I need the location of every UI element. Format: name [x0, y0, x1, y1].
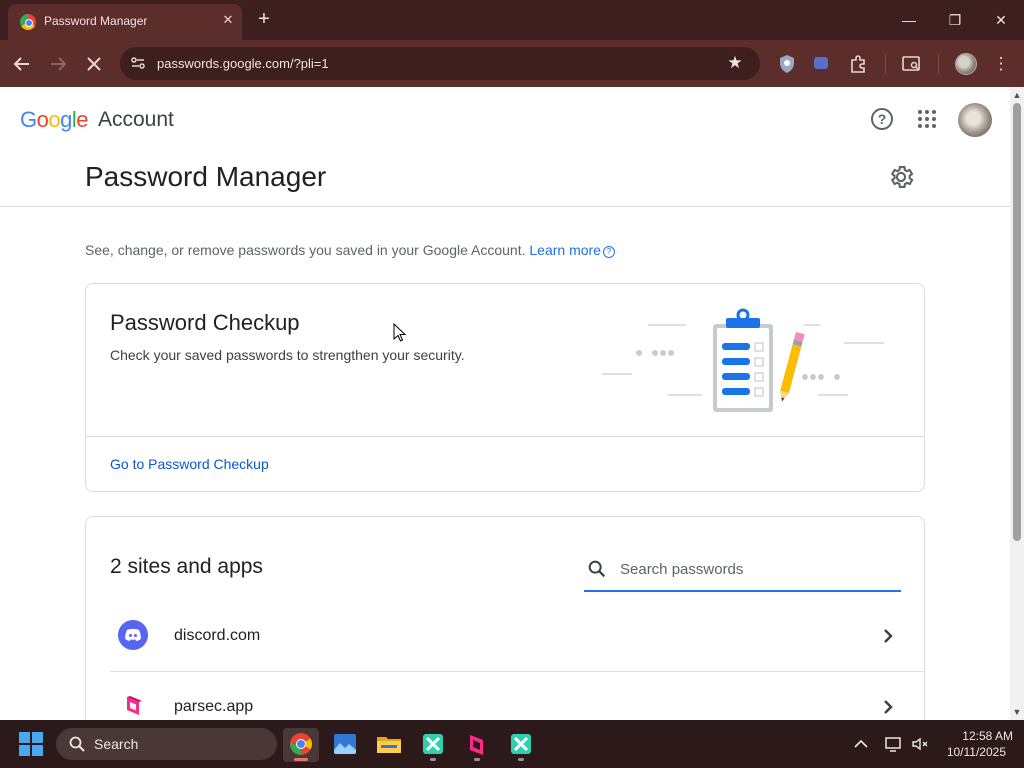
windows-start-icon[interactable] [19, 732, 43, 756]
site-name: parsec.app [174, 698, 254, 715]
taskbar-app-x1[interactable] [415, 728, 451, 762]
intro-description: See, change, or remove passwords you sav… [85, 242, 526, 258]
running-indicator [474, 758, 480, 761]
close-window-icon[interactable]: ✕ [989, 8, 1013, 32]
taskbar-search-label: Search [94, 736, 139, 752]
search-icon [588, 560, 606, 578]
browser-profile-avatar[interactable] [955, 53, 977, 75]
help-icon[interactable]: ? [871, 108, 893, 130]
clock-time[interactable]: 12:58 AM [943, 729, 1013, 743]
checkup-description: Check your saved passwords to strengthen… [110, 347, 465, 363]
browser-titlebar: Password Manager ✕ + — ❐ ✕ [0, 0, 1024, 40]
checkup-divider [86, 436, 924, 437]
browser-toolbar: passwords.google.com/?pli=1 ★ 1 ⋮ [0, 40, 1024, 116]
learn-more-link[interactable]: Learn more [529, 242, 601, 258]
network-display-icon[interactable] [884, 734, 904, 754]
toolbar-separator [938, 54, 939, 74]
restore-icon[interactable]: ❐ [943, 8, 967, 32]
page-scrollbar[interactable]: ▲ ▼ [1010, 87, 1024, 720]
learn-more-label[interactable]: Learn more [529, 242, 601, 258]
parsec-icon [470, 735, 483, 755]
site-row-discord[interactable]: discord.com [110, 602, 925, 672]
search-icon [69, 736, 85, 752]
go-to-checkup-link[interactable]: Go to Password Checkup [110, 456, 269, 472]
chevron-up-icon[interactable] [852, 734, 870, 754]
forward-icon[interactable] [46, 52, 70, 76]
tab-title: Password Manager [44, 14, 148, 28]
checkup-title: Password Checkup [110, 310, 300, 335]
taskbar-chrome[interactable] [283, 728, 319, 762]
xbox-like-icon [511, 734, 531, 754]
chrome-icon [290, 733, 312, 755]
system-tray [852, 734, 932, 754]
password-checkup-card: Password Checkup Check your saved passwo… [85, 283, 925, 492]
intro-text: See, change, or remove passwords you sav… [85, 242, 615, 258]
folder-icon [377, 737, 401, 753]
windows-taskbar: Search 12:58 AM 10/11/2025 [0, 720, 1024, 768]
taskbar-app-x2[interactable] [503, 728, 539, 762]
scroll-thumb[interactable] [1013, 103, 1021, 541]
chevron-right-icon[interactable] [880, 695, 896, 719]
search-passwords-field[interactable] [584, 549, 901, 592]
address-bar[interactable]: passwords.google.com/?pli=1 ★ [120, 47, 760, 80]
back-icon[interactable] [10, 52, 34, 76]
saved-sites-card: 2 sites and apps discord.com parsec.app [85, 516, 925, 720]
photos-icon [334, 734, 356, 754]
site-name: discord.com [174, 627, 261, 644]
sites-count-title: 2 sites and apps [110, 555, 263, 578]
page-content: Google Account ? Password Manager See, c… [0, 87, 1010, 720]
taskbar-parsec[interactable] [459, 728, 495, 762]
checkup-illustration [602, 308, 884, 412]
tab-search-icon[interactable] [899, 52, 923, 76]
google-apps-icon[interactable] [915, 107, 939, 131]
new-tab-icon[interactable]: + [254, 9, 274, 29]
google-favicon-icon [20, 14, 36, 30]
scroll-up-arrow-icon[interactable]: ▲ [1012, 90, 1022, 100]
browser-tab[interactable]: Password Manager ✕ [8, 4, 242, 40]
taskbar-photos[interactable] [327, 728, 363, 762]
settings-gear-icon[interactable] [887, 163, 915, 191]
header-divider [0, 206, 1010, 207]
shield-extension-icon[interactable] [775, 52, 799, 76]
running-indicator [430, 758, 436, 761]
stop-loading-icon[interactable] [82, 52, 106, 76]
google-logo[interactable]: Google [20, 107, 89, 133]
volume-muted-icon[interactable] [910, 734, 930, 754]
taskbar-file-explorer[interactable] [371, 728, 407, 762]
scroll-down-arrow-icon[interactable]: ▼ [1012, 707, 1022, 717]
help-circle-icon[interactable]: ? [602, 246, 615, 258]
browser-menu-icon[interactable]: ⋮ [989, 52, 1013, 76]
user-avatar[interactable] [958, 103, 992, 137]
taskbar-search-box[interactable]: Search [56, 728, 277, 760]
site-row-parsec[interactable]: parsec.app [110, 673, 925, 720]
xbox-like-icon [423, 734, 443, 754]
chevron-right-icon[interactable] [880, 624, 896, 648]
toolbar-separator [885, 54, 886, 74]
mouse-cursor-icon [393, 323, 407, 342]
account-wordmark[interactable]: Account [98, 108, 174, 132]
url-text[interactable]: passwords.google.com/?pli=1 [157, 56, 329, 71]
extensions-puzzle-icon[interactable] [847, 52, 871, 76]
page-title: Password Manager [85, 161, 327, 192]
close-tab-icon[interactable]: ✕ [219, 11, 237, 29]
discord-icon [118, 620, 148, 650]
search-passwords-input[interactable] [620, 557, 890, 581]
active-indicator [294, 758, 308, 761]
parsec-icon [118, 691, 148, 720]
minimize-icon[interactable]: — [897, 8, 921, 32]
site-info-icon[interactable] [128, 53, 148, 73]
extension-app-icon[interactable] [811, 52, 835, 76]
clock-date[interactable]: 10/11/2025 [943, 745, 1006, 759]
bookmark-star-icon[interactable]: ★ [724, 52, 746, 74]
running-indicator [518, 758, 524, 761]
